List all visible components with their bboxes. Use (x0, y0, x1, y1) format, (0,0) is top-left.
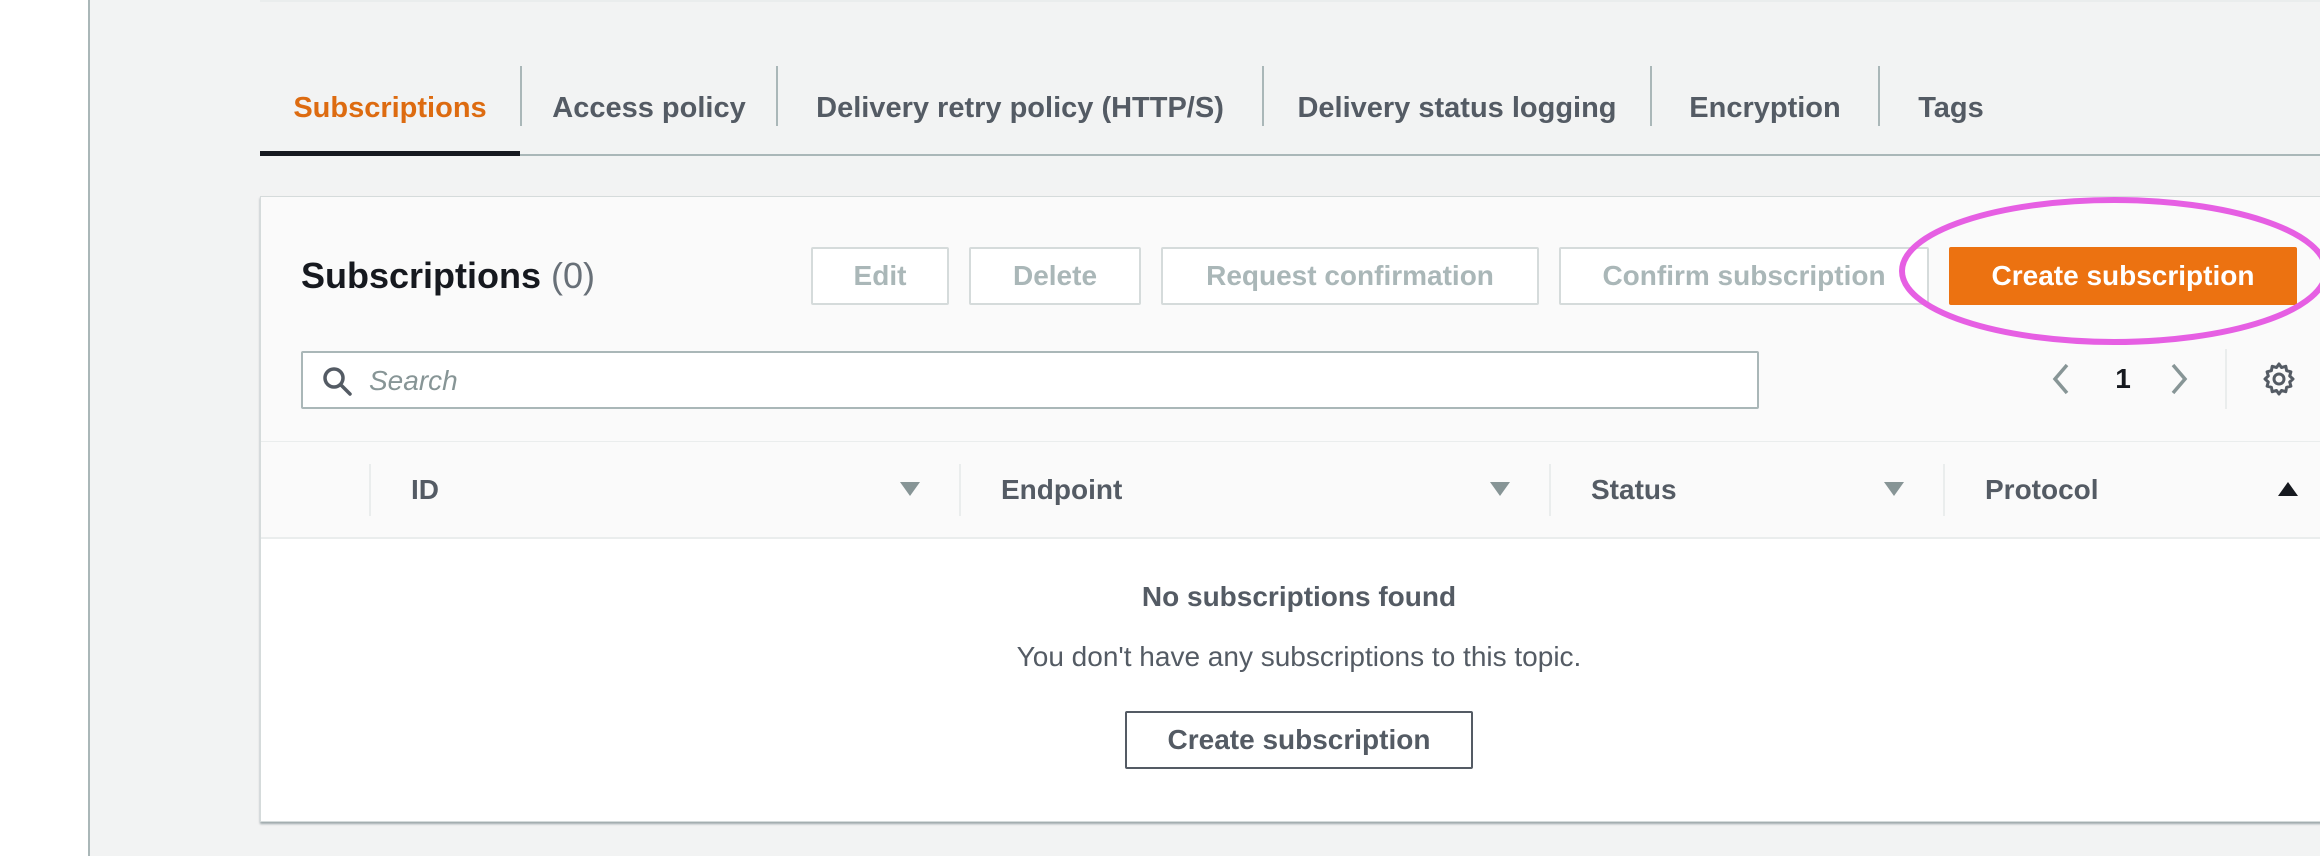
empty-state-title: No subscriptions found (1141, 581, 1457, 612)
search-icon (323, 367, 352, 396)
chevron-right-icon[interactable] (2159, 357, 2199, 401)
panel-header: Subscriptions (0) Edit Delete Request co… (261, 197, 2320, 442)
column-label: Protocol (1985, 473, 2099, 505)
column-separator (369, 464, 371, 516)
confirm-subscription-button[interactable]: Confirm subscription (1559, 247, 1929, 305)
tab-label: Subscriptions (293, 91, 487, 124)
column-label: Status (1591, 473, 1677, 505)
pagination-separator (2225, 349, 2227, 409)
tab-encryption[interactable]: Encryption (1652, 62, 1878, 154)
caret-down-icon[interactable] (899, 478, 921, 500)
delete-button[interactable]: Delete (969, 247, 1141, 305)
empty-state-create-subscription-button[interactable]: Create subscription (1125, 711, 1473, 769)
subscriptions-panel: Subscriptions (0) Edit Delete Request co… (260, 196, 2320, 822)
column-header-endpoint[interactable]: Endpoint (1001, 442, 1541, 537)
active-tab-indicator (260, 151, 520, 156)
column-label: ID (411, 473, 439, 505)
tab-bar: Subscriptions Access policy Delivery ret… (260, 62, 2320, 156)
current-page[interactable]: 1 (2103, 357, 2143, 401)
tab-label: Access policy (552, 91, 746, 124)
column-header-id[interactable]: ID (411, 442, 951, 537)
subscription-count: (0) (551, 255, 596, 296)
panel-title: Subscriptions (0) (301, 255, 595, 297)
edit-button[interactable]: Edit (811, 247, 949, 305)
panel-title-text: Subscriptions (301, 255, 542, 296)
tab-label: Delivery retry policy (HTTP/S) (816, 91, 1224, 124)
highlight-annotation (1899, 197, 2320, 345)
caret-up-icon[interactable] (2277, 478, 2299, 500)
empty-state-description: You don't have any subscriptions to this… (1016, 641, 1582, 672)
chevron-left-icon[interactable] (2041, 357, 2081, 401)
caret-down-icon[interactable] (1489, 478, 1511, 500)
column-label: Endpoint (1001, 473, 1123, 505)
search-box (301, 351, 1759, 409)
column-separator (1549, 464, 1551, 516)
caret-down-icon[interactable] (1883, 478, 1905, 500)
column-separator (959, 464, 961, 516)
gear-icon[interactable] (2261, 361, 2297, 397)
request-confirmation-button[interactable]: Request confirmation (1161, 247, 1539, 305)
left-blank-area (0, 0, 88, 856)
tab-label: Encryption (1689, 91, 1841, 124)
tab-label: Delivery status logging (1297, 91, 1617, 124)
column-header-protocol[interactable]: Protocol (1985, 442, 2285, 537)
main-content: Subscriptions Access policy Delivery ret… (90, 0, 2320, 856)
column-separator (1943, 464, 1945, 516)
tab-delivery-retry-policy[interactable]: Delivery retry policy (HTTP/S) (778, 62, 1262, 154)
tab-access-policy[interactable]: Access policy (522, 62, 776, 154)
tab-tags[interactable]: Tags (1880, 62, 2022, 154)
table-header: ID Endpoint Status Protocol (261, 442, 2320, 539)
tab-label: Tags (1918, 91, 1984, 124)
top-divider (260, 0, 2320, 2)
tab-delivery-status-logging[interactable]: Delivery status logging (1264, 62, 1650, 154)
tab-subscriptions[interactable]: Subscriptions (260, 62, 520, 156)
search-input[interactable] (367, 357, 1741, 405)
